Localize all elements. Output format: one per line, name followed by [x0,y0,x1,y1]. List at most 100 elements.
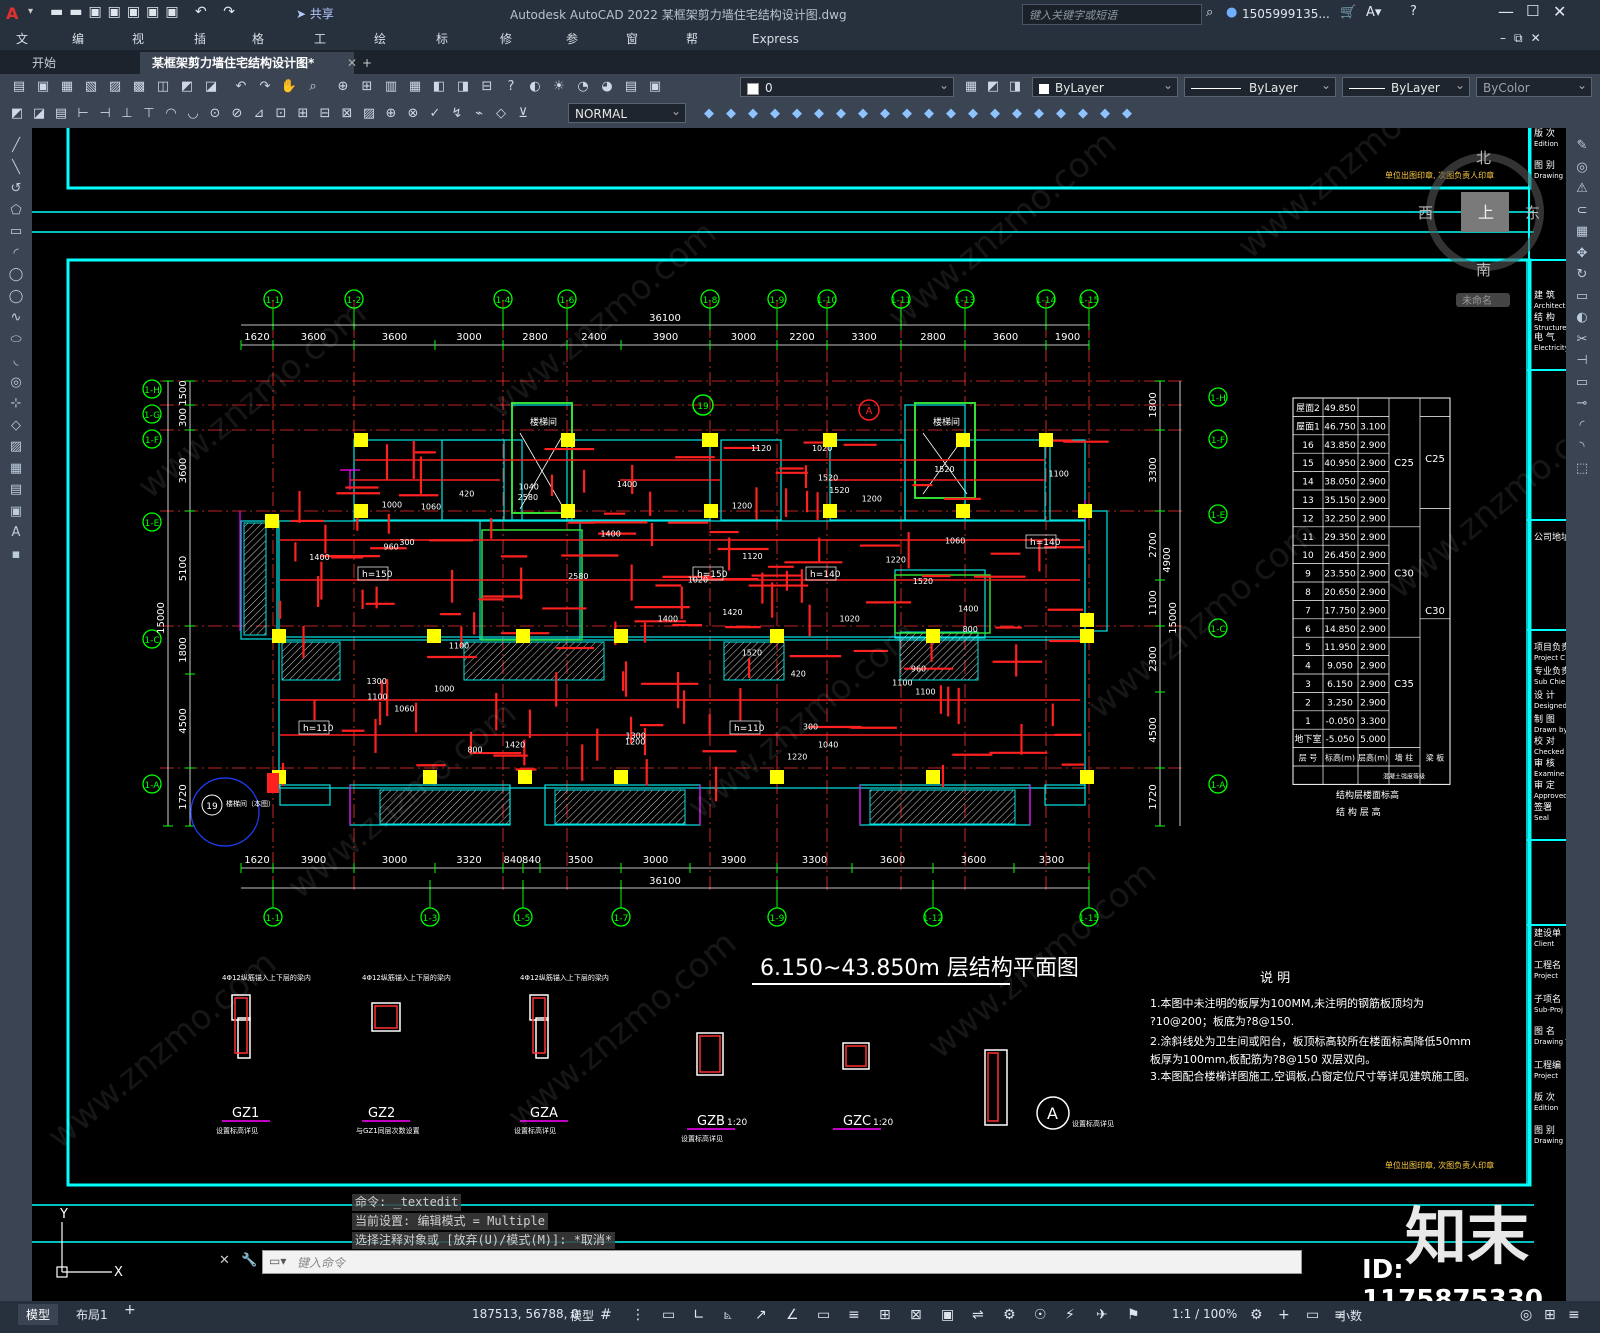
draw-tool-icon[interactable]: ◟ [7,353,25,371]
draw-tool-icon[interactable]: ╱ [7,138,25,156]
toolbar-tool-icon[interactable]: ⌕ [304,78,322,96]
status-toggle-icon[interactable]: ⋮ [631,1307,645,1323]
draw-tool-icon[interactable]: ▤ [7,482,25,500]
status-tool-icon[interactable]: ⚙ [1250,1307,1263,1323]
lineweight-dropdown[interactable]: ByLayer [1342,75,1470,97]
viewcube-east[interactable]: 东 [1525,204,1540,222]
modify-tool-icon[interactable]: ◆ [700,105,718,123]
modify-tool-icon[interactable]: ◐ [1573,310,1591,328]
dimension-tool-icon[interactable]: ⊣ [96,105,114,123]
status-toggle-icon[interactable]: ⚙ [1003,1307,1016,1323]
modify-tool-icon[interactable]: ◜ [1573,418,1591,436]
toolbar-tool-icon[interactable]: ▨ [106,78,124,96]
viewcube-north[interactable]: 北 [1476,149,1491,167]
model-space-button[interactable]: 模型 [570,1307,594,1324]
draw-tool-icon[interactable]: ⬭ [7,332,25,350]
draw-tool-icon[interactable]: A [7,525,25,543]
tab-start[interactable]: 开始 [20,52,68,74]
draw-tool-icon[interactable]: ⊹ [7,396,25,414]
status-toggle-icon[interactable]: ▣ [941,1307,954,1323]
maximize-icon[interactable]: ☐ [1526,2,1539,20]
status-extra-icon[interactable]: ⊞ [1544,1307,1556,1323]
dimension-tool-icon[interactable]: ⊻ [514,105,532,123]
tab-layout1[interactable]: 布局1 [70,1304,114,1325]
dimension-tool-icon[interactable]: ⊿ [250,105,268,123]
dimension-tool-icon[interactable]: ⊘ [228,105,246,123]
status-toggle-icon[interactable]: ▭ [662,1307,675,1323]
modify-tool-icon[interactable]: ◆ [832,105,850,123]
modify-tool-icon[interactable]: ◆ [766,105,784,123]
draw-tool-icon[interactable]: ◇ [7,418,25,436]
new-tab-button[interactable]: + [350,52,384,74]
toolbar-tool-icon[interactable]: ▣ [34,78,52,96]
dimension-tool-icon[interactable]: ◇ [492,105,510,123]
draw-tool-icon[interactable]: ▦ [7,461,25,479]
user-account[interactable]: 1505999135... [1242,7,1330,21]
modify-tool-icon[interactable]: ✎ [1573,138,1591,156]
toolbar-tool-icon[interactable]: ▦ [406,78,424,96]
draw-tool-icon[interactable]: ◯ [7,289,25,307]
draw-tool-icon[interactable]: ▪ [7,547,25,565]
dimension-tool-icon[interactable]: ▨ [360,105,378,123]
status-extra-icon[interactable]: ≡ [1568,1307,1580,1323]
dimension-tool-icon[interactable]: ↯ [448,105,466,123]
toolbar-tool-icon[interactable]: ▤ [622,78,640,96]
toolbar-tool-icon[interactable]: ▧ [82,78,100,96]
status-toggle-icon[interactable]: ↗ [755,1307,767,1323]
draw-tool-icon[interactable]: ◜ [7,246,25,264]
status-toggle-icon[interactable]: ⚡ [1065,1307,1075,1323]
dimension-tool-icon[interactable]: ◠ [162,105,180,123]
toolbar-tool-icon[interactable]: ⊞ [358,78,376,96]
units-dropdown[interactable]: 小数 [1338,1307,1362,1324]
minimize-icon[interactable]: — [1498,2,1514,21]
modify-tool-icon[interactable]: ◆ [942,105,960,123]
document-window-controls[interactable]: –⧉✕ [1500,31,1549,46]
modify-tool-icon[interactable]: ◆ [1030,105,1048,123]
draw-tool-icon[interactable]: ▭ [7,224,25,242]
add-layout-button[interactable]: + [124,1302,136,1318]
app-menu-dropdown-icon[interactable]: ▾ [28,6,33,17]
modify-tool-icon[interactable]: ◆ [744,105,762,123]
autodesk-app-icon[interactable]: A▾ [1366,5,1381,20]
dimension-tool-icon[interactable]: ⊡ [272,105,290,123]
tab-model[interactable]: 模型 [18,1304,59,1325]
modify-tool-icon[interactable]: ◆ [788,105,806,123]
modify-tool-icon[interactable]: ◆ [1052,105,1070,123]
toolbar-tool-icon[interactable]: ▦ [58,78,76,96]
annotation-scale[interactable]: 1:1 / 100% [1172,1307,1237,1321]
toolbar-tool-icon[interactable]: ✋ [280,78,298,96]
dimension-tool-icon[interactable]: ◪ [30,105,48,123]
modify-tool-icon[interactable]: ✂ [1573,332,1591,350]
status-tool-icon[interactable]: ▭ [1306,1307,1319,1323]
draw-tool-icon[interactable]: ◎ [7,375,25,393]
modify-tool-icon[interactable]: ◆ [1096,105,1114,123]
toolbar-tool-icon[interactable]: ◫ [154,78,172,96]
modify-tool-icon[interactable]: ▦ [1573,224,1591,242]
toolbar-tool-icon[interactable]: ◨ [454,78,472,96]
command-input[interactable]: ✕ 🔧 ▭▾ 键入命令 [219,1250,1302,1274]
toolbar-tool-icon[interactable]: ▥ [382,78,400,96]
toolbar-tool-icon[interactable]: ▤ [10,78,28,96]
toolbar-tool-icon[interactable]: ↶ [232,78,250,96]
help-icon[interactable]: ? [1410,4,1417,19]
status-toggle-icon[interactable]: ⚑ [1127,1307,1140,1323]
status-toggle-icon[interactable]: ▭ [817,1307,830,1323]
dimstyle-dropdown[interactable]: NORMAL [568,101,686,123]
plotstyle-dropdown[interactable]: ByColor [1476,75,1592,97]
draw-tool-icon[interactable]: ╲ [7,160,25,178]
dimension-tool-icon[interactable]: ▤ [52,105,70,123]
dimension-tool-icon[interactable]: ◩ [8,105,26,123]
dimension-tool-icon[interactable]: ⊙ [206,105,224,123]
drawing-canvas[interactable]: 单位出图印章, 次图负责人印章 单位出图印章, 次图负责人印章版 次 Edition… [32,128,1566,1301]
dimension-tool-icon[interactable]: ⌁ [470,105,488,123]
toolbar-tool-icon[interactable]: ▩ [130,78,148,96]
tab-drawing[interactable]: 某框架剪力墙住宅结构设计图* [140,52,354,74]
modify-tool-icon[interactable]: ◆ [1008,105,1026,123]
toolbar-tool-icon[interactable]: ↷ [256,78,274,96]
toolbar-tool-icon[interactable]: ☀ [550,78,568,96]
toolbar-tool-icon[interactable]: ⊟ [478,78,496,96]
modify-tool-icon[interactable]: ◆ [920,105,938,123]
status-toggle-icon[interactable]: ∟ [693,1307,705,1323]
layer-tool-icon[interactable]: ▦ [962,78,980,96]
cart-icon[interactable]: 🛒 [1340,5,1356,20]
